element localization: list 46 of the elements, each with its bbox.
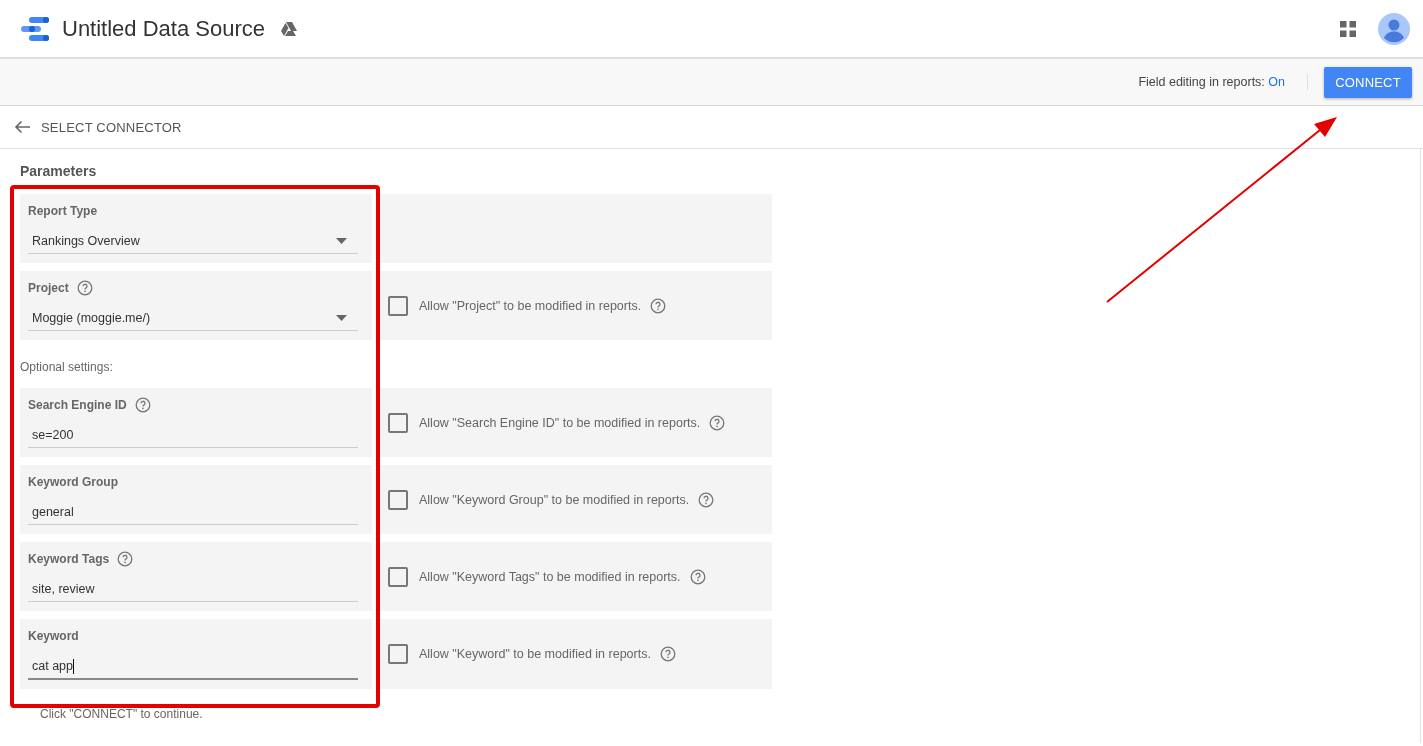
checkbox-label: Allow "Keyword Group" to be modified in reports. [419, 492, 690, 507]
avatar-icon[interactable] [1378, 12, 1410, 45]
back-arrow-icon[interactable] [14, 120, 31, 134]
help-icon[interactable] [659, 646, 676, 662]
parameter-label: Keyword Tags [28, 552, 110, 566]
help-icon[interactable] [134, 397, 151, 413]
checkbox[interactable] [388, 412, 408, 433]
select-connector-link[interactable]: SELECT CONNECTOR [41, 119, 182, 135]
help-icon[interactable] [689, 568, 706, 585]
field-editing-toggle-link[interactable]: On [1268, 75, 1285, 89]
help-icon[interactable] [76, 280, 93, 296]
apps-grid-icon[interactable] [1340, 20, 1356, 37]
continue-hint: Click "CONNECT" to continue. [40, 707, 204, 721]
checkbox[interactable] [388, 295, 408, 316]
logo-icon [20, 15, 50, 42]
text-cursor [73, 658, 74, 674]
checkbox[interactable] [388, 489, 408, 510]
parameter-label: Report Type [28, 204, 98, 218]
help-icon[interactable] [709, 414, 726, 431]
checkbox[interactable] [388, 644, 408, 664]
connect-button[interactable]: CONNECT [1324, 66, 1412, 98]
parameter-label: Project [28, 281, 69, 295]
checkbox[interactable] [388, 566, 408, 587]
parameter-label: Keyword [28, 629, 79, 643]
help-icon[interactable] [650, 297, 667, 314]
dropdown-caret-icon [336, 238, 347, 244]
document-title: Untitled Data Source [62, 15, 265, 42]
text-field[interactable]: se=200 [28, 423, 358, 448]
checkbox-label: Allow "Search Engine ID" to be modified in reports. [419, 415, 701, 430]
help-icon[interactable] [698, 491, 715, 508]
parameter-label: Search Engine ID [28, 398, 127, 412]
dropdown-caret-icon [336, 315, 347, 321]
text-field[interactable]: cat app [28, 654, 358, 680]
field-editing-label: Field editing in reports: On [1138, 75, 1285, 89]
text-field[interactable]: general [28, 500, 358, 525]
checkbox-label: Allow "Keyword Tags" to be modified in reports. [419, 569, 681, 584]
text-field[interactable]: site, review [28, 577, 358, 602]
optional-settings-label: Optional settings: [20, 360, 114, 374]
checkbox-label: Allow "Project" to be modified in reports. [419, 298, 642, 313]
help-icon[interactable] [117, 551, 134, 567]
parameters-heading: Parameters [20, 163, 98, 179]
drive-icon[interactable] [281, 21, 297, 36]
dropdown[interactable]: Rankings Overview [28, 229, 358, 254]
parameter-label: Keyword Group [28, 475, 118, 489]
checkbox-label: Allow "Keyword" to be modified in reports. [419, 647, 651, 661]
dropdown[interactable]: Moggie (moggie.me/) [28, 306, 358, 331]
